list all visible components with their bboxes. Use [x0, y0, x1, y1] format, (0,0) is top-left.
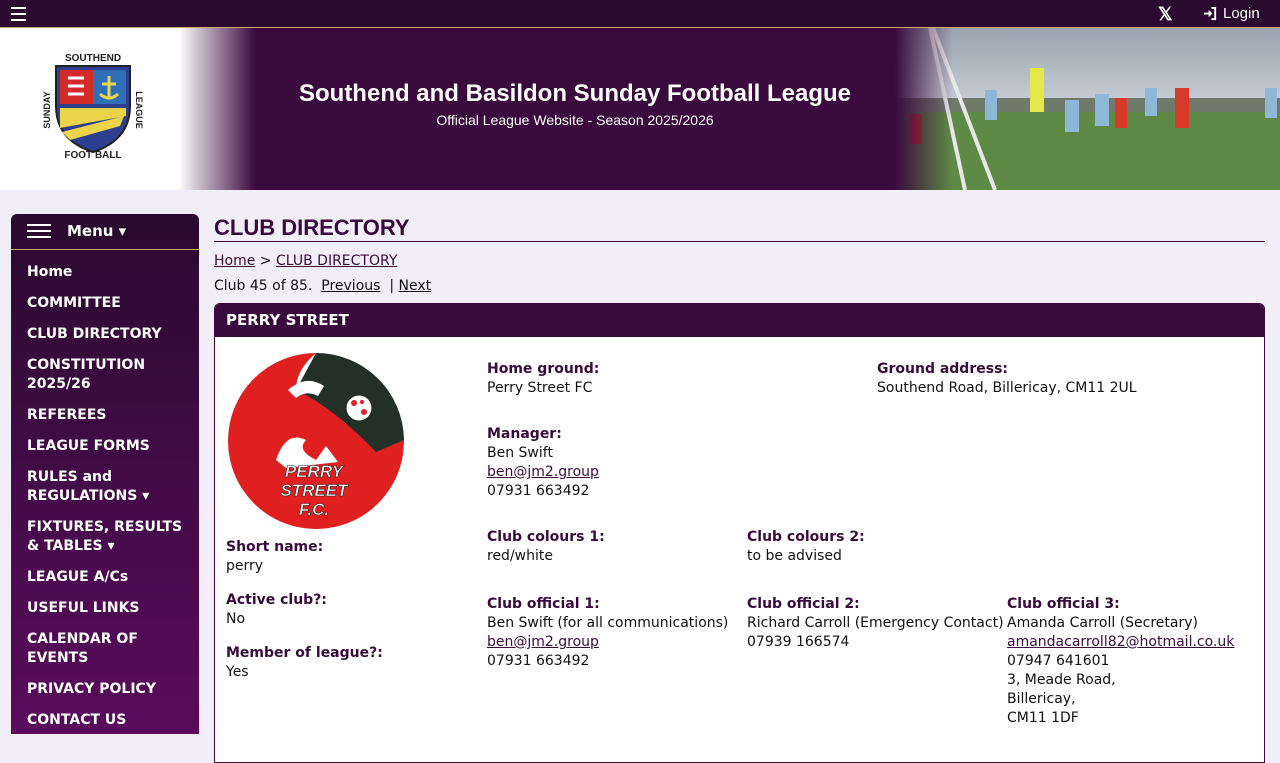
badge-text-perry: PERRY: [285, 462, 345, 481]
short-name-label: Short name:: [226, 539, 324, 555]
manager-name: Ben Swift: [487, 445, 553, 461]
club-panel: PERRY STREET PERRY STREET F.C. Short nam…: [214, 303, 1265, 763]
home-ground-label: Home ground:: [487, 361, 600, 377]
official1-email-link[interactable]: ben@jm2.group: [487, 634, 599, 650]
colours2-value: to be advised: [747, 548, 842, 564]
manager-field: Manager: Ben Swift ben@jm2.group 07931 6…: [487, 425, 599, 501]
site-subtitle: Official League Website - Season 2025/20…: [436, 112, 714, 128]
colours2-label: Club colours 2:: [747, 529, 865, 545]
svg-text:LEAGUE: LEAGUE: [134, 91, 144, 129]
sidebar-item-referees[interactable]: REFEREES: [27, 401, 199, 432]
active-club-value: No: [226, 611, 246, 627]
sidebar-item-club-directory[interactable]: CLUB DIRECTORY: [27, 320, 199, 351]
official2-field: Club official 2: Richard Carroll (Emerge…: [747, 595, 1004, 652]
sidebar-item-rules[interactable]: RULES and REGULATIONS ▾: [27, 463, 199, 513]
menu-toggle[interactable]: Menu ▾: [11, 214, 199, 250]
page-title: CLUB DIRECTORY: [214, 214, 1265, 242]
official3-field: Club official 3: Amanda Carroll (Secreta…: [1007, 595, 1234, 728]
short-name-value: perry: [226, 558, 264, 574]
hamburger-menu-icon[interactable]: [11, 7, 26, 21]
club-name-header: PERRY STREET: [215, 304, 1264, 337]
official1-field: Club official 1: Ben Swift (for all comm…: [487, 595, 728, 671]
main-content: CLUB DIRECTORY Home > CLUB DIRECTORY Clu…: [214, 214, 1265, 763]
member-value: Yes: [226, 664, 249, 680]
club-badge: PERRY STREET F.C.: [228, 352, 405, 529]
official3-name: Amanda Carroll (Secretary): [1007, 615, 1198, 631]
previous-link[interactable]: Previous: [321, 278, 380, 294]
svg-text:SOUTHEND: SOUTHEND: [65, 53, 121, 64]
sidebar-item-constitution[interactable]: CONSTITUTION 2025/26: [27, 351, 199, 401]
sidebar-item-fixtures[interactable]: FIXTURES, RESULTS & TABLES ▾: [27, 513, 199, 563]
sidebar-item-useful-links[interactable]: USEFUL LINKS: [27, 594, 199, 625]
sidebar-item-contact[interactable]: CONTACT US: [27, 706, 199, 737]
member-field: Member of league?: Yes: [226, 644, 383, 682]
official3-phone: 07947 641601: [1007, 653, 1110, 669]
banner-football-photo: [895, 28, 1280, 190]
manager-label: Manager:: [487, 426, 562, 442]
badge-text-fc: F.C.: [299, 500, 329, 519]
official3-address-line: 3, Meade Road,: [1007, 672, 1116, 688]
official3-address-line: CM11 1DF: [1007, 710, 1079, 726]
top-bar: 𝕏 Login: [0, 0, 1280, 28]
sidebar-item-committee[interactable]: COMMITTEE: [27, 289, 199, 320]
sidebar-item-league-forms[interactable]: LEAGUE FORMS: [27, 432, 199, 463]
sidebar-item-calendar[interactable]: CALENDAR OF EVENTS: [27, 625, 199, 675]
site-banner: SOUTHEND SUNDAY LEAGUE FOOT BALL Southen…: [0, 28, 1280, 190]
official2-name: Richard Carroll (Emergency Contact): [747, 615, 1004, 631]
home-ground-field: Home ground: Perry Street FC: [487, 360, 599, 398]
official2-label: Club official 2:: [747, 596, 860, 612]
site-title: Southend and Basildon Sunday Football Le…: [298, 80, 852, 107]
breadcrumb-current-link[interactable]: CLUB DIRECTORY: [276, 253, 397, 269]
official2-phone: 07939 166574: [747, 634, 850, 650]
manager-email-link[interactable]: ben@jm2.group: [487, 464, 599, 480]
sidebar-item-home[interactable]: Home: [27, 258, 199, 289]
colours2-field: Club colours 2: to be advised: [747, 528, 865, 566]
active-club-label: Active club?:: [226, 592, 327, 608]
manager-phone: 07931 663492: [487, 483, 590, 499]
colours1-label: Club colours 1:: [487, 529, 605, 545]
official1-phone: 07931 663492: [487, 653, 590, 669]
badge-text-street: STREET: [280, 481, 349, 500]
member-label: Member of league?:: [226, 645, 383, 661]
menu-bars-icon: [27, 224, 51, 242]
login-label: Login: [1223, 5, 1260, 22]
menu-label: Menu ▾: [67, 222, 127, 240]
ground-address-label: Ground address:: [877, 361, 1008, 377]
breadcrumb: Home > CLUB DIRECTORY: [214, 253, 1265, 269]
short-name-field: Short name: perry: [226, 538, 323, 576]
official3-label: Club official 3:: [1007, 596, 1120, 612]
breadcrumb-separator: >: [259, 253, 272, 269]
sidebar-menu: Menu ▾ Home COMMITTEE CLUB DIRECTORY CON…: [11, 214, 199, 734]
pager-divider: |: [389, 278, 395, 294]
active-club-field: Active club?: No: [226, 591, 327, 629]
sidebar-item-privacy[interactable]: PRIVACY POLICY: [27, 675, 199, 706]
ground-address-field: Ground address: Southend Road, Billerica…: [877, 360, 1137, 398]
pager-status: Club 45 of 85.: [214, 278, 313, 294]
league-logo[interactable]: SOUTHEND SUNDAY LEAGUE FOOT BALL: [0, 28, 255, 190]
login-icon: [1203, 6, 1217, 21]
breadcrumb-home-link[interactable]: Home: [214, 253, 255, 269]
official3-email-link[interactable]: amandacarroll82@hotmail.co.uk: [1007, 634, 1234, 650]
ground-address-value: Southend Road, Billericay, CM11 2UL: [877, 380, 1137, 396]
club-pager: Club 45 of 85. Previous | Next: [214, 278, 1265, 294]
next-link[interactable]: Next: [399, 278, 432, 294]
official1-label: Club official 1:: [487, 596, 600, 612]
official1-name: Ben Swift (for all communications): [487, 615, 729, 631]
svg-text:SUNDAY: SUNDAY: [42, 91, 52, 128]
x-twitter-icon[interactable]: 𝕏: [1158, 5, 1173, 23]
sidebar-nav: Home COMMITTEE CLUB DIRECTORY CONSTITUTI…: [11, 250, 199, 737]
login-button[interactable]: Login: [1203, 5, 1260, 22]
colours1-field: Club colours 1: red/white: [487, 528, 605, 566]
home-ground-value: Perry Street FC: [487, 380, 593, 396]
colours1-value: red/white: [487, 548, 553, 564]
sidebar-item-league-accounts[interactable]: LEAGUE A/Cs: [27, 563, 199, 594]
official3-address-line: Billericay,: [1007, 691, 1076, 707]
